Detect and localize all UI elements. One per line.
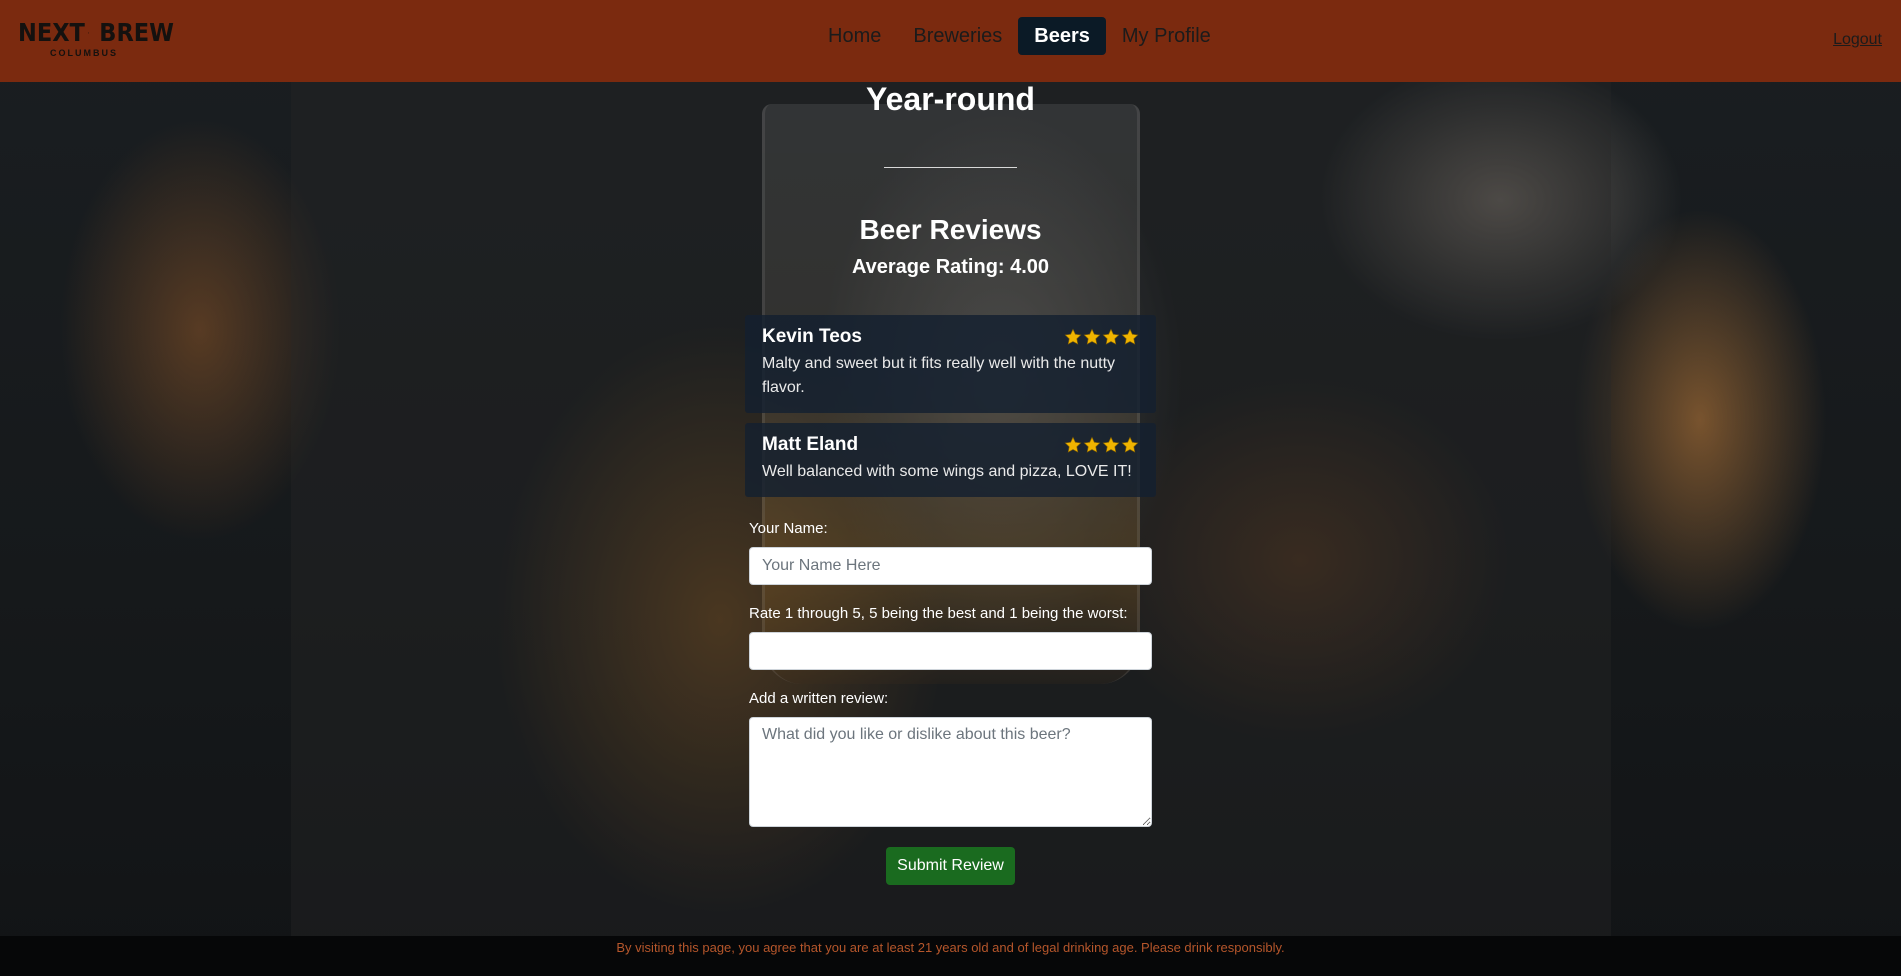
section-divider	[884, 167, 1017, 168]
nav-breweries[interactable]: Breweries	[897, 17, 1018, 55]
star-icon	[1064, 436, 1082, 453]
age-disclaimer-footer: By visiting this page, you agree that yo…	[0, 936, 1901, 976]
review-text: Well balanced with some wings and pizza,…	[762, 463, 1132, 480]
rating-label: Rate 1 through 5, 5 being the best and 1…	[749, 605, 1128, 622]
star-icon	[1064, 328, 1082, 345]
review-card: Kevin Teos Malty and sweet but it fits r…	[745, 315, 1156, 413]
star-icon	[1102, 328, 1120, 345]
name-input[interactable]	[749, 547, 1152, 585]
review-text: Malty and sweet but it fits really well …	[762, 355, 1116, 396]
star-icon	[1083, 328, 1101, 345]
logo-word-left: NEXT	[18, 18, 85, 47]
submit-review-button[interactable]: Submit Review	[886, 847, 1015, 885]
review-label: Add a written review:	[749, 690, 889, 707]
review-card: Matt Eland Well balanced with some wings…	[745, 423, 1156, 497]
reviewer-name: Matt Eland	[762, 434, 859, 455]
review-textarea[interactable]	[749, 717, 1152, 827]
beer-availability-heading: Year-round	[866, 81, 1035, 117]
logo-subtitle: COLUMBUS	[50, 48, 118, 58]
review-form: Your Name: Rate 1 through 5, 5 being the…	[749, 519, 1152, 827]
star-rating	[1064, 328, 1139, 346]
star-rating	[1064, 436, 1139, 454]
nav-beers[interactable]: Beers	[1018, 17, 1106, 55]
reviews-title: Beer Reviews	[859, 214, 1042, 245]
logout-link[interactable]: Logout	[1833, 31, 1882, 49]
reviewer-name: Kevin Teos	[762, 326, 862, 347]
rating-input[interactable]	[749, 632, 1152, 670]
review-list: Kevin Teos Malty and sweet but it fits r…	[745, 315, 1156, 507]
logo-word-right: BREW	[99, 18, 174, 47]
name-label: Your Name:	[749, 520, 828, 537]
star-icon	[1102, 436, 1120, 453]
star-icon	[1083, 436, 1101, 453]
star-icon	[1121, 436, 1139, 453]
star-icon	[1121, 328, 1139, 345]
average-rating: Average Rating: 4.00	[851, 256, 1050, 278]
nav-home[interactable]: Home	[812, 17, 897, 55]
brand-logo[interactable]: NEXT BREW COLUMBUS	[18, 18, 174, 68]
pint-glass-icon	[88, 32, 89, 34]
nav-my-profile[interactable]: My Profile	[1106, 17, 1227, 55]
main-nav: Home Breweries Beers My Profile	[812, 17, 1227, 55]
navbar: NEXT BREW COLUMBUS Home Breweries Beers …	[0, 0, 1901, 82]
